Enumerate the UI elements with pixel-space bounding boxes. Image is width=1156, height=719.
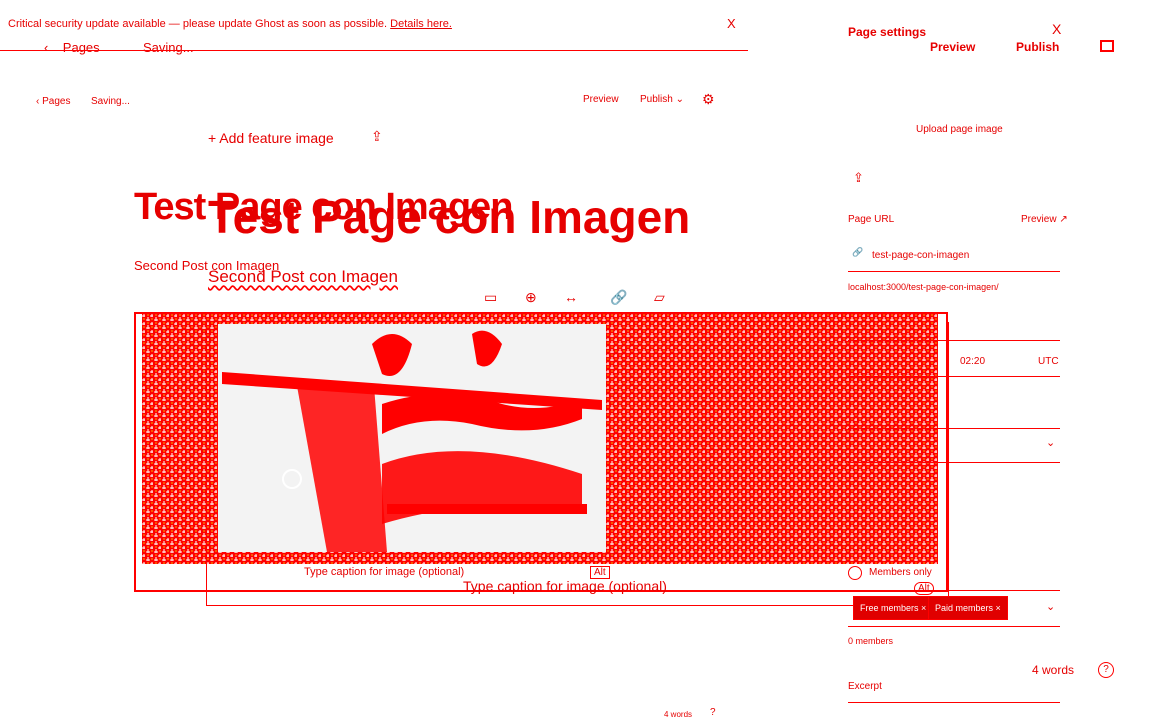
panel-title: Page settings <box>848 25 927 39</box>
image-width-full-icon[interactable]: ↔ <box>564 290 578 304</box>
tier-divider <box>848 626 1060 627</box>
upload-icon[interactable]: ⇪ <box>853 171 864 184</box>
page-subtitle[interactable]: Second Post con Imagen <box>208 267 398 287</box>
sidebar-toggle-icon[interactable] <box>1100 40 1114 52</box>
alert-message: Critical security update available — ple… <box>8 18 388 30</box>
access-label: Members only <box>869 567 932 578</box>
word-count: 4 words <box>1032 663 1075 677</box>
excerpt-divider <box>848 702 1060 703</box>
publish-button[interactable]: Publish ⌄ <box>640 94 684 105</box>
card-image <box>142 314 938 564</box>
tags-divider <box>848 462 1060 463</box>
publish-button-top[interactable]: Publish <box>1016 40 1059 54</box>
preview-button-top[interactable]: Preview <box>930 40 975 54</box>
save-status: Saving... <box>143 40 194 55</box>
snippet-icon[interactable]: ▱ <box>654 290 665 304</box>
chevron-down-icon[interactable]: ⌄ <box>1046 602 1055 613</box>
chevron-down-icon: ⌄ <box>675 94 684 105</box>
image-width-wide-icon[interactable]: ⊕ <box>525 290 537 304</box>
alert-details-link[interactable]: Details here. <box>390 18 452 30</box>
alt-text-toggle-small[interactable]: Alt <box>590 566 610 579</box>
link-icon: 🔗 <box>852 247 864 257</box>
alert-close-button[interactable]: X <box>727 16 736 31</box>
image-caption-input[interactable]: Type caption for image (optional) <box>463 578 667 594</box>
security-alert: Critical security update available — ple… <box>8 18 452 30</box>
link-icon[interactable]: 🔗 <box>610 290 627 304</box>
tier-chip-paid[interactable]: Paid members × <box>928 596 1008 620</box>
page-url-full: localhost:3000/test-page-con-imagen/ <box>848 282 999 292</box>
add-feature-image-button[interactable]: + Add feature image <box>208 130 334 146</box>
close-icon[interactable]: X <box>1052 22 1061 36</box>
publish-time-input[interactable]: 02:20 <box>960 356 985 367</box>
back-to-pages-link-small[interactable]: ‹ Pages <box>36 96 70 107</box>
publish-date-divider <box>848 376 1060 377</box>
upload-icon[interactable]: ⇪ <box>371 129 383 143</box>
publish-date-divider <box>848 340 1060 341</box>
url-preview-link[interactable]: Preview ↗ <box>1021 214 1068 225</box>
gear-icon[interactable]: ⚙ <box>702 92 715 106</box>
frame-divider <box>206 605 910 606</box>
image-width-regular-icon[interactable]: ▭ <box>484 290 497 304</box>
page-url-label: Page URL <box>848 214 895 225</box>
save-status-small: Saving... <box>91 96 130 107</box>
frame-divider <box>948 322 949 604</box>
timezone-label: UTC <box>1038 356 1059 367</box>
help-icon[interactable]: ? <box>1098 662 1114 678</box>
chevron-left-icon: ‹ <box>44 40 49 55</box>
publish-label: Publish <box>640 94 673 105</box>
header-divider <box>0 50 748 51</box>
alt-text-toggle[interactable]: Alt <box>914 582 934 595</box>
members-count: 0 members <box>848 636 894 646</box>
access-radio[interactable] <box>848 566 862 580</box>
frame-divider <box>206 320 207 606</box>
back-label: Pages <box>42 96 71 107</box>
caption-placeholder-shadow: Type caption for image (optional) <box>304 566 465 578</box>
back-label: Pages <box>62 40 100 55</box>
tags-divider <box>848 428 1060 429</box>
preview-button[interactable]: Preview <box>583 94 619 105</box>
excerpt-label: Excerpt <box>848 681 882 692</box>
access-divider <box>848 590 1060 591</box>
tier-chip-free[interactable]: Free members × <box>853 596 934 620</box>
card-image-graphic <box>142 314 938 564</box>
chevron-down-icon[interactable]: ⌄ <box>1046 438 1055 449</box>
chevron-left-icon: ‹ <box>36 96 40 107</box>
back-to-pages-link[interactable]: ‹ Pages <box>44 40 100 55</box>
upload-page-image-button[interactable]: Upload page image <box>916 124 1003 135</box>
page-url-value: test-page-con-imagen <box>872 250 970 261</box>
page-title[interactable]: Test Page con Imagen <box>208 190 690 244</box>
word-count-small: 4 words <box>664 710 693 719</box>
